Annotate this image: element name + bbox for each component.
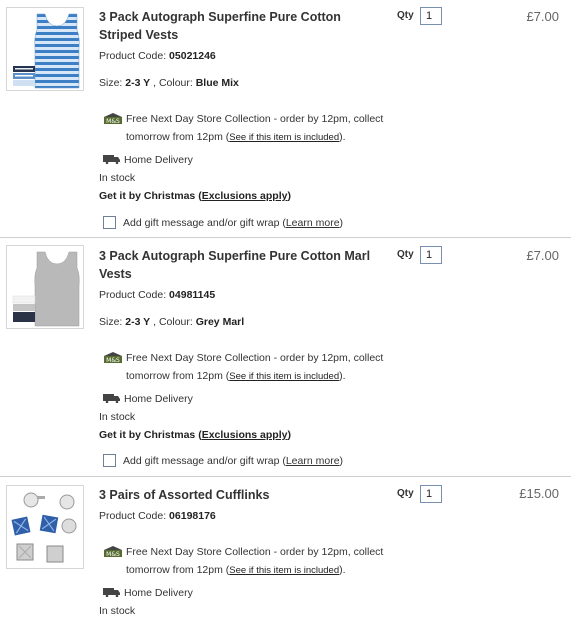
home-delivery-label: Home Delivery xyxy=(124,587,193,599)
product-thumbnail-striped-vests[interactable] xyxy=(6,7,84,91)
item-price: £15.00 xyxy=(519,486,559,501)
product-code: Product Code: 04981145 xyxy=(99,289,215,301)
xmas-prefix: Get it by Christmas ( xyxy=(99,429,202,441)
product-thumbnail-cufflinks[interactable] xyxy=(6,485,84,569)
svg-text:M&S: M&S xyxy=(106,357,120,363)
home-delivery-label: Home Delivery xyxy=(124,154,193,166)
item-divider xyxy=(0,237,571,238)
size-label: Size: xyxy=(99,316,123,328)
see-if-included-link[interactable]: See if this item is included xyxy=(229,371,339,382)
product-size-colour: Size: 2-3 Y , Colour: Blue Mix xyxy=(99,77,239,89)
collect-line2: tomorrow from 12pm ( xyxy=(126,370,230,382)
qty-input[interactable]: 1 xyxy=(420,7,442,25)
delivery-van-icon xyxy=(103,154,121,165)
item-price: £7.00 xyxy=(526,248,559,263)
product-title[interactable]: 3 Pack Autograph Superfine Pure Cotton S… xyxy=(99,8,379,44)
product-thumbnail-marl-vests[interactable] xyxy=(6,245,84,329)
svg-text:M&S: M&S xyxy=(106,551,120,557)
see-if-included-link[interactable]: See if this item is included xyxy=(229,565,339,576)
qty-input[interactable]: 1 xyxy=(420,485,442,503)
product-code-value: 05021246 xyxy=(169,50,216,62)
xmas-end: ) xyxy=(287,190,291,202)
qty-label: Qty xyxy=(397,10,414,21)
delivery-van-icon xyxy=(103,393,121,404)
home-delivery: Home Delivery xyxy=(103,587,193,599)
colour-value: Blue Mix xyxy=(195,77,239,89)
stock-status: In stock xyxy=(99,411,136,423)
xmas-end: ) xyxy=(287,429,291,441)
gift-option: Add gift message and/or gift wrap (Learn… xyxy=(103,216,343,229)
stock-status: In stock xyxy=(99,605,136,617)
home-delivery: Home Delivery xyxy=(103,393,193,405)
gift-wrap-checkbox[interactable] xyxy=(103,454,116,467)
collect-end: ). xyxy=(339,370,346,382)
collect-line2: tomorrow from 12pm ( xyxy=(126,131,230,143)
collect-line1: Free Next Day Store Collection - order b… xyxy=(126,113,384,125)
ms-store-icon: M&S xyxy=(103,112,123,125)
delivery-van-icon xyxy=(103,587,121,598)
ms-store-icon: M&S xyxy=(103,545,123,558)
product-code-label: Product Code: xyxy=(99,289,167,301)
colour-value: Grey Marl xyxy=(195,316,245,328)
colour-label: , Colour: xyxy=(153,77,193,89)
learn-more-link[interactable]: Learn more xyxy=(286,217,340,229)
christmas-delivery: Get it by Christmas (Exclusions apply) xyxy=(99,190,291,202)
home-delivery: Home Delivery xyxy=(103,154,193,166)
store-collection-info: M&S Free Next Day Store Collection - ord… xyxy=(103,349,403,386)
size-value: 2-3 Y xyxy=(125,316,151,328)
ms-store-icon: M&S xyxy=(103,351,123,364)
gift-text: Add gift message and/or gift wrap ( xyxy=(123,216,286,229)
item-divider xyxy=(0,476,571,477)
product-code-label: Product Code: xyxy=(99,510,167,522)
collect-line2: tomorrow from 12pm ( xyxy=(126,564,230,576)
product-code-label: Product Code: xyxy=(99,50,167,62)
collect-line1: Free Next Day Store Collection - order b… xyxy=(126,546,384,558)
size-value: 2-3 Y xyxy=(125,77,151,89)
qty-label: Qty xyxy=(397,249,414,260)
gift-text: Add gift message and/or gift wrap ( xyxy=(123,454,286,467)
gift-end: ) xyxy=(339,216,344,229)
product-code-value: 04981145 xyxy=(169,289,216,301)
xmas-prefix: Get it by Christmas ( xyxy=(99,190,202,202)
see-if-included-link[interactable]: See if this item is included xyxy=(229,132,339,143)
christmas-delivery: Get it by Christmas (Exclusions apply) xyxy=(99,429,291,441)
product-code-value: 06198176 xyxy=(169,510,216,522)
svg-text:M&S: M&S xyxy=(106,118,120,124)
product-code: Product Code: 06198176 xyxy=(99,510,216,522)
exclusions-apply-link[interactable]: Exclusions apply xyxy=(202,190,288,202)
learn-more-link[interactable]: Learn more xyxy=(286,455,340,467)
gift-wrap-checkbox[interactable] xyxy=(103,216,116,229)
stock-status: In stock xyxy=(99,172,136,184)
home-delivery-label: Home Delivery xyxy=(124,393,193,405)
qty-label: Qty xyxy=(397,488,414,499)
collect-end: ). xyxy=(339,564,346,576)
colour-label: , Colour: xyxy=(153,316,193,328)
exclusions-apply-link[interactable]: Exclusions apply xyxy=(202,429,288,441)
store-collection-info: M&S Free Next Day Store Collection - ord… xyxy=(103,543,403,580)
product-size-colour: Size: 2-3 Y , Colour: Grey Marl xyxy=(99,316,244,328)
qty-input[interactable]: 1 xyxy=(420,246,442,264)
item-price: £7.00 xyxy=(526,9,559,24)
collect-end: ). xyxy=(339,131,346,143)
size-label: Size: xyxy=(99,77,123,89)
gift-option: Add gift message and/or gift wrap (Learn… xyxy=(103,454,343,467)
product-title[interactable]: 3 Pairs of Assorted Cufflinks xyxy=(99,486,379,504)
product-code: Product Code: 05021246 xyxy=(99,50,216,62)
gift-end: ) xyxy=(339,454,344,467)
store-collection-info: M&S Free Next Day Store Collection - ord… xyxy=(103,110,403,147)
collect-line1: Free Next Day Store Collection - order b… xyxy=(126,352,384,364)
product-title[interactable]: 3 Pack Autograph Superfine Pure Cotton M… xyxy=(99,247,379,283)
